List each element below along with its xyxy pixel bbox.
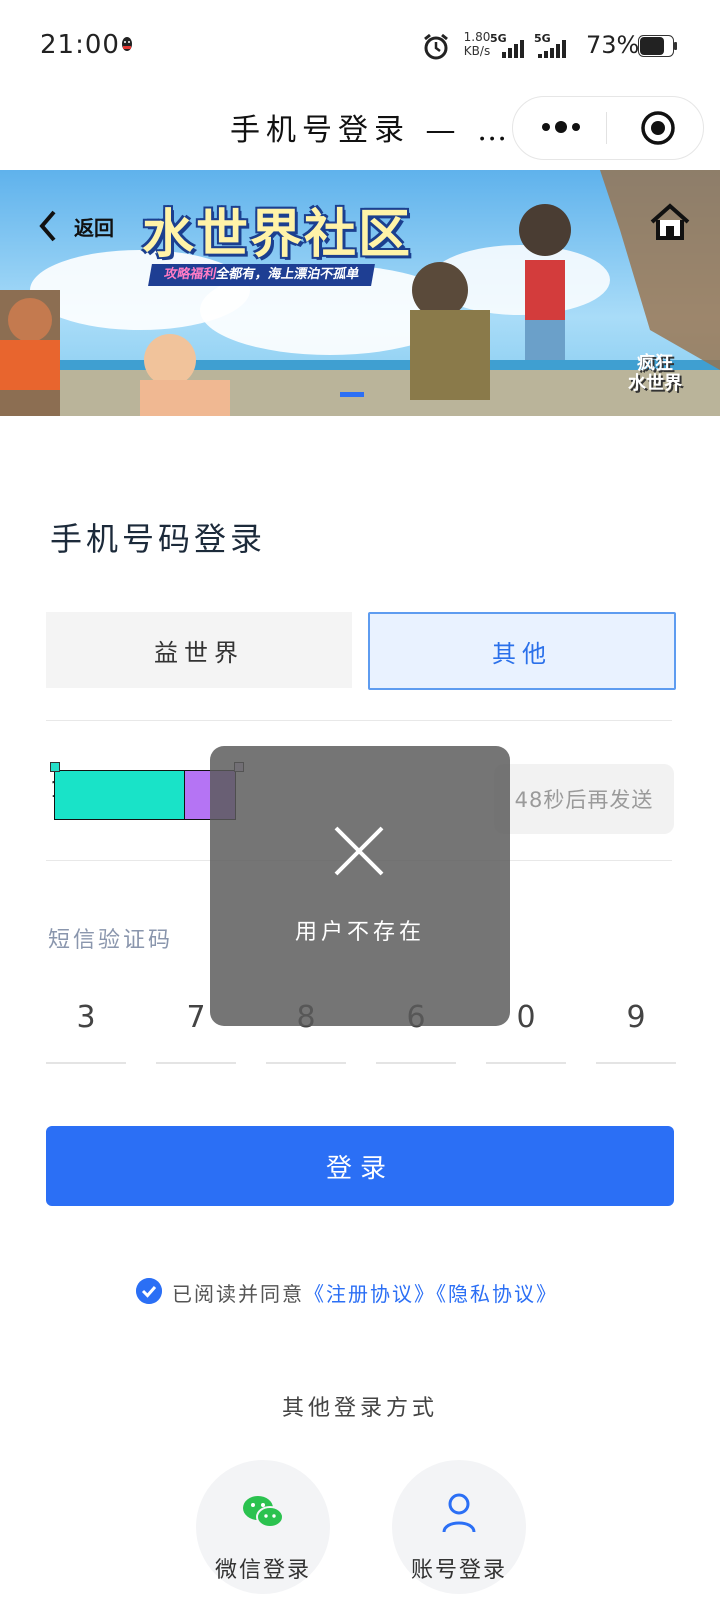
capsule-divider <box>606 112 607 144</box>
sms-code-label: 短信验证码 <box>48 928 174 953</box>
wechat-login-button[interactable]: 微信登录 <box>196 1460 330 1594</box>
tab-other[interactable]: 其他 <box>368 612 676 690</box>
home-icon[interactable] <box>648 200 692 244</box>
code-cell[interactable]: 3 <box>46 1000 126 1064</box>
back-button-label[interactable]: 返回 <box>74 212 114 241</box>
target-icon[interactable] <box>640 110 676 146</box>
resend-code-button[interactable]: 48秒后再发送 <box>494 764 674 834</box>
status-time: 21:00 <box>40 30 120 60</box>
privacy-agreement-link[interactable]: 《隐私协议》 <box>436 1282 558 1306</box>
close-icon <box>334 826 384 876</box>
agree-checkbox[interactable] <box>136 1278 162 1304</box>
login-heading: 手机号码登录 <box>50 520 267 558</box>
agreement-text: 已阅读并同意《注册协议》《隐私协议》 <box>172 1278 558 1307</box>
qq-icon <box>122 37 132 51</box>
battery-percent: 73% <box>586 31 640 59</box>
account-login-button[interactable]: 账号登录 <box>392 1460 526 1594</box>
signal-1-icon: 5G <box>490 32 530 60</box>
other-login-title: 其他登录方式 <box>281 1396 438 1421</box>
signal-2-icon: 5G <box>534 32 574 60</box>
divider <box>46 720 672 721</box>
more-dots-icon[interactable] <box>538 112 584 142</box>
banner-subtitle: 攻略福利全都有，海上漂泊不孤单 <box>148 264 375 286</box>
account-login-label: 账号登录 <box>410 1558 507 1583</box>
register-agreement-link[interactable]: 《注册协议》 <box>304 1282 436 1306</box>
code-cell[interactable]: 9 <box>596 1000 676 1064</box>
game-logo: 疯狂 水世界 <box>628 353 682 394</box>
login-button[interactable]: 登录 <box>46 1126 674 1206</box>
back-arrow-icon[interactable] <box>36 206 60 246</box>
selection-handle[interactable] <box>50 762 60 772</box>
tab-yishijie[interactable]: 益世界 <box>46 612 352 688</box>
status-bar: 21:00 1.80 KB/s 5G 5G 73% <box>0 0 720 90</box>
wechat-icon <box>243 1496 284 1528</box>
error-toast: 用户不存在 <box>210 746 510 1026</box>
page-title: 手机号登录 — … <box>230 113 514 148</box>
banner-title: 水世界社区 <box>142 205 413 265</box>
redaction-block <box>54 770 186 820</box>
agreement-prefix: 已阅读并同意 <box>172 1282 304 1306</box>
alarm-icon <box>424 33 448 60</box>
toast-message: 用户不存在 <box>294 920 425 945</box>
wechat-login-label: 微信登录 <box>214 1558 311 1583</box>
user-icon <box>442 1493 476 1532</box>
battery-icon <box>638 35 677 57</box>
